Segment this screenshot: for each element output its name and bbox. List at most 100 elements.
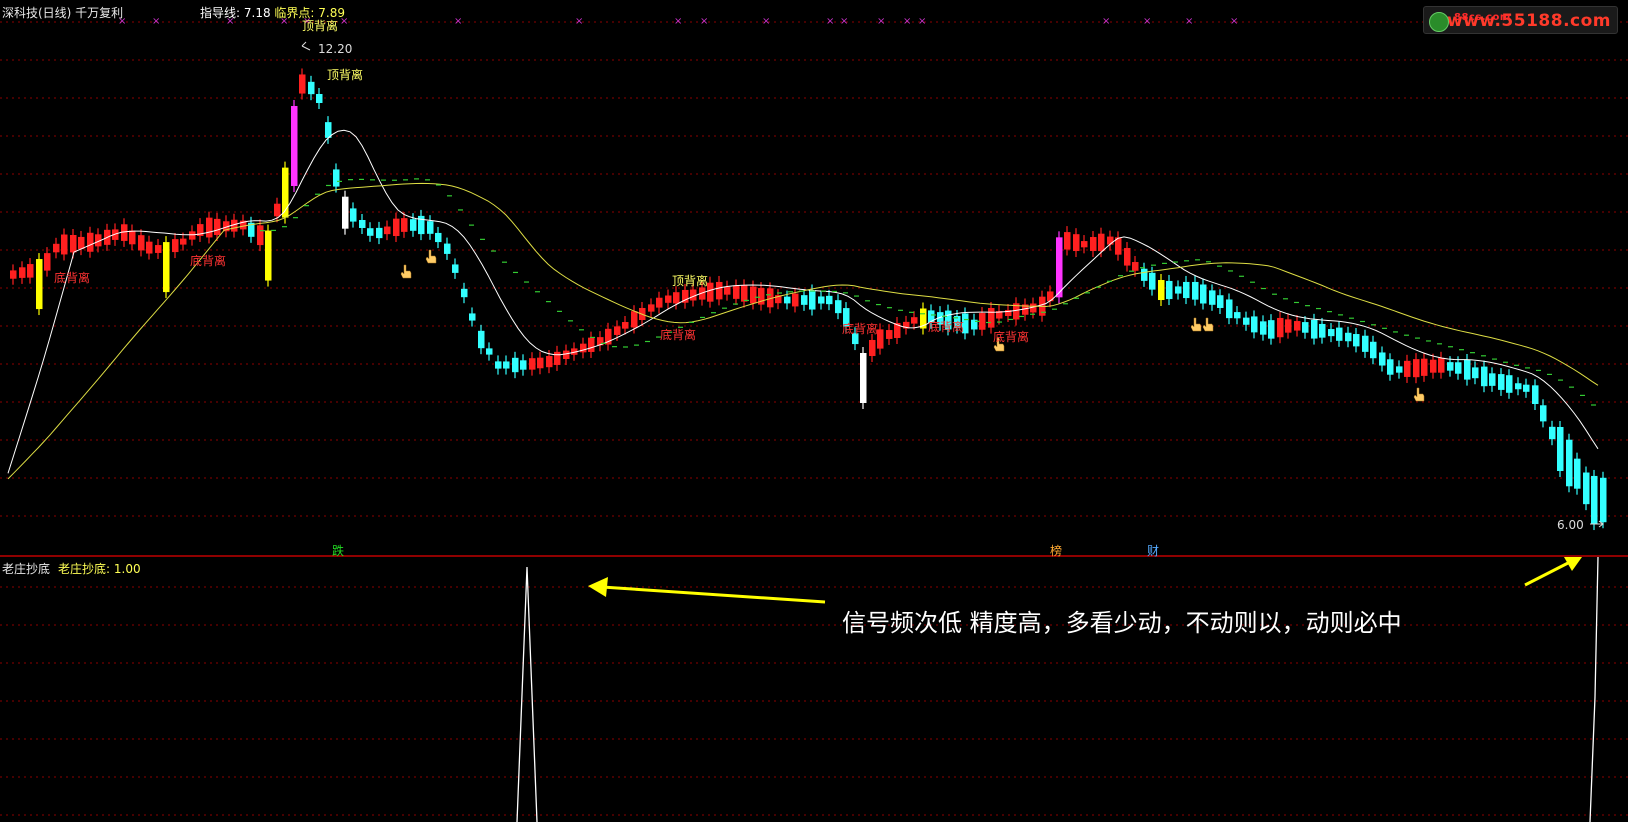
candle bbox=[1574, 458, 1581, 489]
candle bbox=[87, 232, 94, 252]
candle bbox=[1107, 236, 1114, 245]
crosshair-marker-icon: × bbox=[1102, 16, 1110, 27]
divergence-label: 底背离 bbox=[928, 320, 965, 334]
candle bbox=[1481, 366, 1488, 387]
candle bbox=[1328, 329, 1335, 337]
candle bbox=[308, 81, 315, 95]
candle bbox=[316, 93, 323, 104]
candle bbox=[469, 313, 476, 321]
candle bbox=[1098, 233, 1105, 252]
crosshair-marker-icon: × bbox=[826, 16, 834, 27]
site-watermark-logo: 88cs.com www.55188.com bbox=[1423, 6, 1618, 34]
candle bbox=[1277, 317, 1284, 338]
candle bbox=[172, 239, 179, 253]
crosshair-marker-icon: × bbox=[1230, 16, 1238, 27]
arrow-icon bbox=[601, 585, 826, 604]
candle bbox=[1183, 281, 1190, 299]
candle bbox=[257, 225, 264, 246]
candle bbox=[911, 317, 918, 324]
guide-line-value: 7.18 bbox=[243, 6, 271, 20]
candle bbox=[291, 106, 298, 186]
sub-indicator-value: 1.00 bbox=[113, 562, 141, 576]
candle bbox=[189, 231, 196, 240]
candle bbox=[622, 322, 629, 329]
crosshair-marker-icon: × bbox=[918, 16, 926, 27]
crosshair-marker-icon: × bbox=[1185, 16, 1193, 27]
candle bbox=[1498, 374, 1505, 390]
candle bbox=[163, 242, 170, 293]
candle bbox=[1226, 299, 1233, 319]
candle bbox=[376, 227, 383, 239]
candle bbox=[155, 245, 162, 253]
divergence-label: 顶背离 bbox=[302, 19, 339, 33]
arrow-icon bbox=[301, 41, 311, 51]
candle bbox=[1379, 352, 1386, 366]
candle bbox=[427, 221, 434, 234]
candle bbox=[673, 292, 680, 304]
candle bbox=[1413, 359, 1420, 378]
candle bbox=[1566, 439, 1573, 487]
candle bbox=[1515, 383, 1522, 390]
watermark-small-text: 88cs.com bbox=[1454, 12, 1511, 23]
candle bbox=[1455, 362, 1462, 374]
candle bbox=[750, 286, 757, 304]
candle bbox=[1302, 322, 1309, 333]
candle bbox=[70, 235, 77, 253]
candle bbox=[19, 267, 26, 278]
sub-indicator-label: 老庄抄底: bbox=[58, 562, 111, 576]
candle bbox=[1353, 334, 1360, 347]
kline-chart[interactable]: × × × × × × × × × × × × × × × × × × × × bbox=[0, 0, 1628, 557]
candle bbox=[495, 361, 502, 369]
candle bbox=[520, 360, 527, 370]
candle bbox=[53, 243, 60, 253]
candle bbox=[333, 169, 340, 187]
candle bbox=[1166, 280, 1173, 300]
pointing-hand-icon bbox=[1190, 317, 1202, 332]
candle bbox=[554, 351, 561, 365]
candle bbox=[401, 218, 408, 232]
candle bbox=[1447, 362, 1454, 371]
candle bbox=[1251, 316, 1258, 333]
candle bbox=[1345, 332, 1352, 342]
candle bbox=[1362, 335, 1369, 352]
crosshair-marker-icon: × bbox=[152, 16, 160, 27]
candle bbox=[563, 350, 570, 360]
candle bbox=[792, 293, 799, 307]
candle bbox=[1591, 475, 1598, 525]
candle bbox=[1294, 321, 1301, 331]
candle bbox=[180, 238, 187, 245]
candle bbox=[801, 295, 808, 305]
candle bbox=[1506, 375, 1513, 393]
candle bbox=[537, 357, 544, 369]
arrow-icon bbox=[588, 577, 608, 597]
sub-chart-title: 老庄抄底 bbox=[2, 562, 51, 576]
crosshair-marker-icon: × bbox=[454, 16, 462, 27]
candle bbox=[1583, 472, 1590, 505]
guide-line-label: 指导线: bbox=[200, 6, 241, 20]
candle bbox=[1464, 359, 1471, 380]
indicator-chart[interactable] bbox=[0, 557, 1628, 822]
candle bbox=[826, 295, 833, 305]
signal-spike bbox=[516, 566, 538, 822]
crosshair-marker-icon: × bbox=[700, 16, 708, 27]
candle bbox=[367, 228, 374, 236]
candle bbox=[1209, 290, 1216, 305]
candle bbox=[342, 196, 349, 229]
candle bbox=[529, 358, 536, 370]
candle bbox=[886, 330, 893, 339]
candle bbox=[1404, 360, 1411, 377]
candle bbox=[410, 219, 417, 231]
crosshair-marker-icon: × bbox=[903, 16, 911, 27]
candle bbox=[61, 234, 68, 255]
pointing-hand-icon bbox=[400, 264, 412, 279]
candle bbox=[1387, 359, 1394, 375]
candle bbox=[1243, 317, 1250, 325]
candle bbox=[512, 357, 519, 373]
candle bbox=[716, 281, 723, 300]
candle bbox=[78, 236, 85, 250]
candle bbox=[1311, 319, 1318, 339]
candle bbox=[809, 290, 816, 310]
annotation-text: 信号频次低 精度高，多看少动，不动则以，动则必中 bbox=[842, 609, 1402, 637]
crosshair-marker-icon: × bbox=[575, 16, 583, 27]
candle bbox=[1081, 241, 1088, 248]
